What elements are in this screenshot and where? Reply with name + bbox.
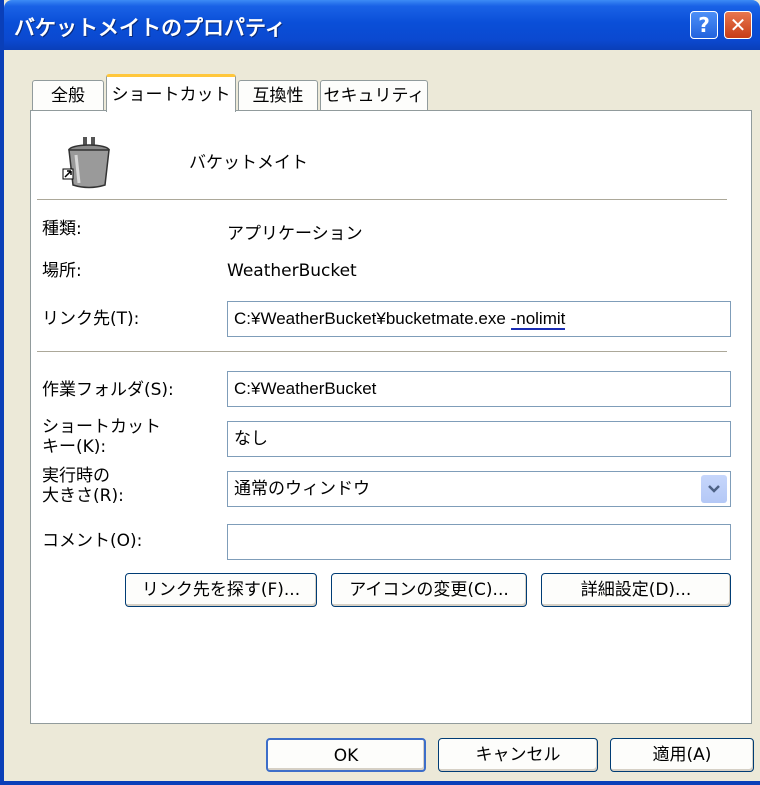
type-value: アプリケーション: [227, 224, 363, 244]
divider: [37, 199, 727, 201]
comment-label: コメント(O):: [42, 531, 143, 551]
question-mark-icon: ?: [698, 13, 710, 37]
target-label: リンク先(T):: [42, 309, 140, 329]
run-size-label-line2: 大きさ(R):: [42, 486, 124, 506]
target-path: C:¥WeatherBucket¥bucketmate.exe: [234, 309, 506, 328]
close-icon: ✕: [729, 13, 747, 37]
tab-shortcut[interactable]: ショートカット: [106, 74, 236, 112]
cancel-button[interactable]: キャンセル: [438, 738, 598, 772]
target-argument: -nolimit: [510, 309, 566, 330]
run-size-value: 通常のウィンドウ: [234, 479, 370, 498]
location-label: 場所:: [42, 261, 82, 281]
change-icon-button[interactable]: アイコンの変更(C)...: [331, 573, 527, 607]
find-target-button[interactable]: リンク先を探す(F)...: [125, 573, 317, 607]
hotkey-field[interactable]: なし: [227, 421, 731, 457]
hotkey-label: ショートカット キー(K):: [42, 417, 161, 457]
title-bar[interactable]: バケットメイトのプロパティ ? ✕: [4, 0, 760, 50]
properties-dialog: バケットメイトのプロパティ ? ✕ 全般 ショートカット 互換性 セキュリティ …: [0, 0, 760, 785]
tab-general[interactable]: 全般: [32, 80, 104, 110]
run-size-label: 実行時の 大きさ(R):: [42, 466, 124, 506]
target-field[interactable]: C:¥WeatherBucket¥bucketmate.exe -nolimit: [227, 301, 731, 337]
divider: [37, 351, 727, 353]
ok-button[interactable]: OK: [266, 738, 426, 772]
bucket-app-icon: [62, 137, 110, 189]
type-label: 種類:: [42, 219, 82, 239]
window-title: バケットメイトのプロパティ: [14, 16, 286, 40]
chevron-down-icon: [708, 485, 720, 493]
workdir-label: 作業フォルダ(S):: [42, 380, 174, 400]
tab-compatibility[interactable]: 互換性: [238, 80, 318, 110]
shortcut-name: バケットメイト: [189, 153, 308, 173]
run-size-label-line1: 実行時の: [42, 466, 110, 486]
apply-button[interactable]: 適用(A): [610, 738, 754, 772]
shortcut-panel: バケットメイト 種類: アプリケーション 場所: WeatherBucket リ…: [30, 110, 752, 724]
tab-security[interactable]: セキュリティ: [320, 80, 428, 110]
run-size-select[interactable]: 通常のウィンドウ: [227, 471, 731, 507]
advanced-button[interactable]: 詳細設定(D)...: [541, 573, 731, 607]
hotkey-label-line1: ショートカット: [42, 417, 161, 437]
dropdown-button[interactable]: [701, 475, 727, 503]
workdir-field[interactable]: C:¥WeatherBucket: [227, 371, 731, 407]
help-button[interactable]: ?: [690, 11, 718, 39]
location-value: WeatherBucket: [227, 261, 357, 281]
comment-field[interactable]: [227, 524, 731, 560]
hotkey-label-line2: キー(K):: [42, 437, 107, 457]
close-button[interactable]: ✕: [724, 11, 752, 39]
